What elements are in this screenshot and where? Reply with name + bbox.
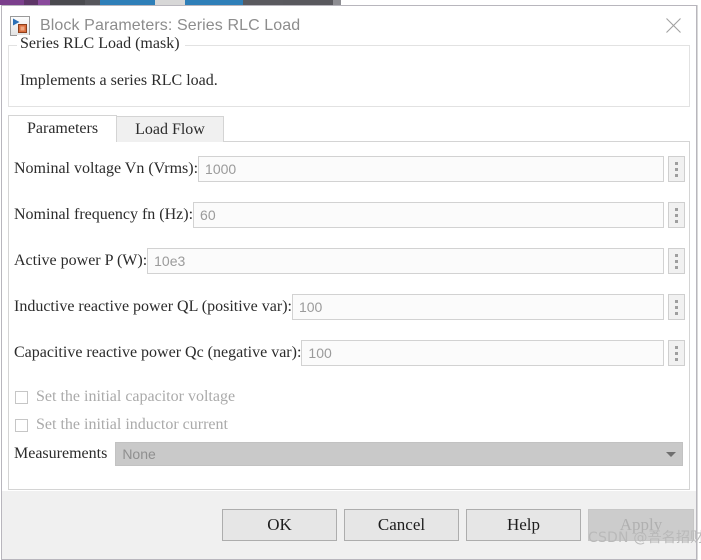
tab-parameters[interactable]: Parameters [8,115,118,142]
checkbox-label: Set the initial inductor current [36,416,228,433]
cancel-button[interactable]: Cancel [344,509,459,541]
inductive-reactive-power-label: Inductive reactive power QL (positive va… [14,298,292,315]
block-parameters-dialog: Block Parameters: Series RLC Load Series… [1,5,697,560]
tab-strip: Parameters Load Flow [8,115,690,142]
vertical-ellipsis-icon[interactable] [668,294,685,320]
button-label: Apply [619,515,663,534]
tab-label: Load Flow [135,120,205,138]
capacitive-reactive-power-label: Capacitive reactive power Qc (negative v… [14,344,302,361]
checkbox-initial-inductor-current[interactable] [15,418,28,432]
active-power-label: Active power P (W): [14,252,148,269]
nominal-voltage-field-group: 1000 [198,156,689,182]
active-power-input[interactable]: 10e3 [147,248,664,274]
checkbox-row[interactable]: Set the initial inductor current [9,414,228,436]
checkbox-initial-capacitor-voltage[interactable] [15,390,28,404]
tab-label: Parameters [27,120,99,137]
mask-description-legend: Series RLC Load (mask) [17,35,185,53]
page-title: Block Parameters: Series RLC Load [40,16,301,34]
background-window-right-edge [697,5,701,560]
tab-load-flow[interactable]: Load Flow [117,116,224,142]
ok-button[interactable]: OK [222,509,337,541]
vertical-ellipsis-icon[interactable] [668,248,685,274]
nominal-frequency-label: Nominal frequency fn (Hz): [14,206,194,223]
checkbox-label: Set the initial capacitor voltage [36,388,236,405]
vertical-ellipsis-icon[interactable] [668,202,685,228]
button-label: OK [267,515,292,534]
parameter-row: Capacitive reactive power Qc (negative v… [9,340,689,366]
mask-description-group: Series RLC Load (mask) Implements a seri… [8,35,690,107]
inductive-reactive-power-field-group: 100 [291,294,689,320]
parameters-panel: Nominal voltage Vn (Vrms): 1000 Nominal fr… [8,141,690,490]
capacitive-reactive-power-input[interactable]: 100 [301,340,664,366]
simulink-block-icon [10,15,30,36]
measurements-label: Measurements [14,445,108,462]
measurements-selected-value: None [122,446,156,462]
active-power-field-group: 10e3 [147,248,689,274]
nominal-voltage-input[interactable]: 1000 [198,156,664,182]
close-icon[interactable] [650,6,696,45]
help-button[interactable]: Help [466,509,581,541]
vertical-ellipsis-icon[interactable] [668,340,685,366]
nominal-frequency-field-group: 60 [193,202,689,228]
inductive-reactive-power-input[interactable]: 100 [291,294,664,320]
parameter-row: Nominal frequency fn (Hz): 60 [9,202,689,228]
apply-button: Apply [588,509,694,541]
button-label: Help [506,515,541,534]
parameter-row: Inductive reactive power QL (positive va… [9,294,689,320]
nominal-voltage-label: Nominal voltage Vn (Vrms): [14,160,199,177]
checkbox-row[interactable]: Set the initial capacitor voltage [9,386,235,408]
button-label: Cancel [377,515,426,534]
vertical-ellipsis-icon[interactable] [668,156,685,182]
capacitive-reactive-power-field-group: 100 [301,340,689,366]
mask-description-text: Implements a series RLC load. [20,72,218,89]
measurements-select[interactable]: None [115,442,683,466]
measurements-row: Measurements None [9,442,689,466]
dialog-footer: OK Cancel Help Apply [2,490,696,559]
parameter-row: Nominal voltage Vn (Vrms): 1000 [9,156,689,182]
parameter-row: Active power P (W): 10e3 [9,248,689,274]
chevron-down-icon[interactable] [666,451,676,457]
nominal-frequency-input[interactable]: 60 [193,202,664,228]
